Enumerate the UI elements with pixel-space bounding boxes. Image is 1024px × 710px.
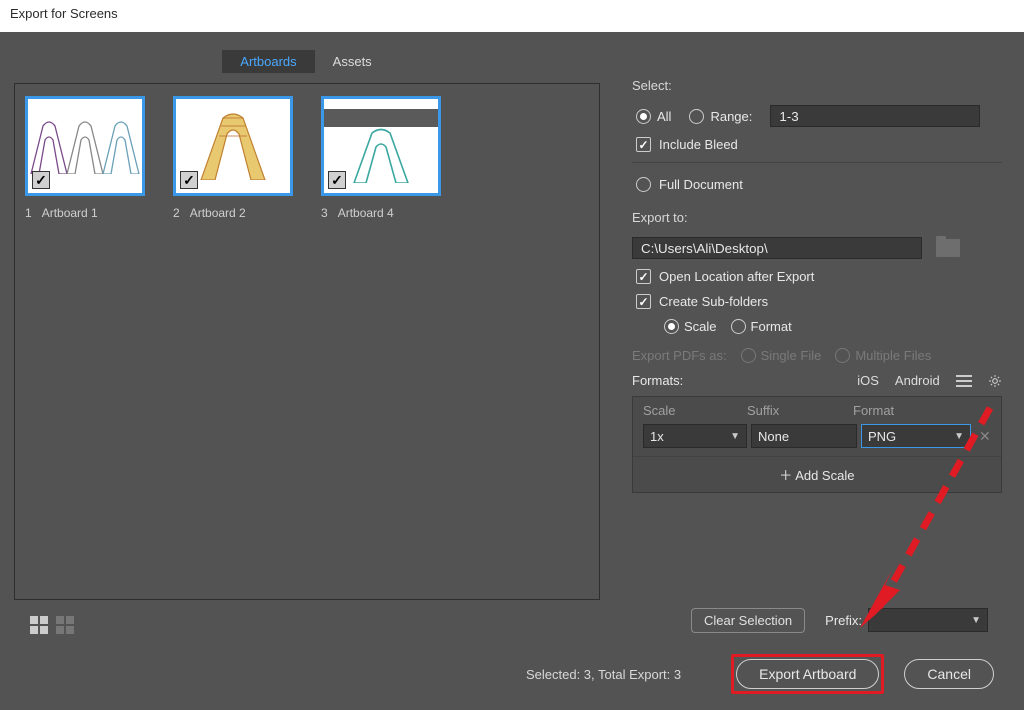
- list-view-icon[interactable]: [56, 616, 74, 634]
- checkbox-include-bleed[interactable]: [636, 137, 651, 152]
- artboard-name: Artboard 1: [42, 206, 98, 220]
- formats-table: Scale Suffix Format 1x▼ None PNG▼ ✕ ＋ Ad…: [632, 396, 1002, 493]
- tab-assets[interactable]: Assets: [315, 50, 390, 73]
- artboard-thumb[interactable]: ✓: [173, 96, 293, 196]
- chevron-down-icon: ▼: [730, 431, 740, 442]
- range-input[interactable]: [770, 105, 980, 127]
- window-title: Export for Screens: [0, 0, 1024, 32]
- grid-view-icon[interactable]: [30, 616, 48, 634]
- artboard-thumb[interactable]: ✓: [25, 96, 145, 196]
- radio-all[interactable]: All: [636, 109, 671, 124]
- radio-range[interactable]: Range:: [689, 109, 752, 124]
- export-pdfs-label: Export PDFs as:: [632, 348, 727, 363]
- radio-scale[interactable]: Scale: [664, 319, 717, 334]
- radio-format[interactable]: Format: [731, 319, 792, 334]
- artboard-name: Artboard 2: [190, 206, 246, 220]
- chevron-down-icon: ▼: [971, 615, 981, 626]
- export-path-input[interactable]: [632, 237, 922, 259]
- checkbox-icon[interactable]: ✓: [328, 171, 346, 189]
- cancel-button[interactable]: Cancel: [904, 659, 994, 689]
- list-icon[interactable]: [956, 375, 972, 387]
- full-document-label: Full Document: [659, 177, 743, 192]
- radio-icon: [835, 348, 850, 363]
- artboard-name: Artboard 4: [338, 206, 394, 220]
- checkbox-open-location[interactable]: [636, 269, 651, 284]
- radio-icon: [689, 109, 704, 124]
- annotation-highlight: Export Artboard: [731, 654, 884, 694]
- prefix-select[interactable]: ▼: [868, 608, 988, 632]
- format-select[interactable]: PNG▼: [861, 424, 971, 448]
- clear-selection-button[interactable]: Clear Selection: [691, 608, 805, 633]
- artboard-num: 2: [173, 206, 180, 220]
- suffix-input[interactable]: None: [751, 424, 857, 448]
- artboard-grid: ✓ 1 Artboard 1 ✓ 2 Artboard 2 ✓ 3 Artboard …: [14, 83, 600, 600]
- checkbox-create-subfolders[interactable]: [636, 294, 651, 309]
- folder-icon[interactable]: [936, 239, 960, 257]
- artboard-thumb[interactable]: ✓: [321, 96, 441, 196]
- ios-preset[interactable]: iOS: [857, 373, 879, 388]
- col-format: Format: [853, 403, 963, 418]
- artboard-num: 1: [25, 206, 32, 220]
- add-scale-button[interactable]: ＋ Add Scale: [633, 456, 1001, 492]
- create-sub-label: Create Sub-folders: [659, 294, 768, 309]
- chevron-down-icon: ▼: [954, 431, 964, 442]
- export-artboard-button[interactable]: Export Artboard: [736, 659, 879, 689]
- tabs: Artboards Assets: [6, 50, 606, 73]
- radio-full-document[interactable]: [636, 177, 651, 192]
- checkbox-icon[interactable]: ✓: [32, 171, 50, 189]
- tab-artboards[interactable]: Artboards: [222, 50, 314, 73]
- col-scale: Scale: [643, 403, 747, 418]
- radio-single-file: Single File: [741, 348, 822, 363]
- artboard-num: 3: [321, 206, 328, 220]
- radio-icon: [731, 319, 746, 334]
- android-preset[interactable]: Android: [895, 373, 940, 388]
- artboard-item[interactable]: ✓ 3 Artboard 4: [321, 96, 441, 220]
- formats-label: Formats:: [632, 373, 683, 388]
- gear-icon[interactable]: [988, 374, 1002, 388]
- artboard-item[interactable]: ✓ 2 Artboard 2: [173, 96, 293, 220]
- scale-select[interactable]: 1x▼: [643, 424, 747, 448]
- prefix-label: Prefix:: [825, 613, 862, 628]
- selection-status: Selected: 3, Total Export: 3: [526, 667, 681, 682]
- radio-multiple-files: Multiple Files: [835, 348, 931, 363]
- checkbox-icon[interactable]: ✓: [180, 171, 198, 189]
- close-icon[interactable]: ✕: [979, 428, 991, 445]
- select-label: Select:: [632, 78, 1002, 93]
- include-bleed-label: Include Bleed: [659, 137, 738, 152]
- artboard-item[interactable]: ✓ 1 Artboard 1: [25, 96, 145, 220]
- export-to-label: Export to:: [632, 210, 1002, 225]
- col-suffix: Suffix: [747, 403, 853, 418]
- radio-icon: [664, 319, 679, 334]
- open-location-label: Open Location after Export: [659, 269, 814, 284]
- radio-icon: [636, 109, 651, 124]
- radio-icon: [741, 348, 756, 363]
